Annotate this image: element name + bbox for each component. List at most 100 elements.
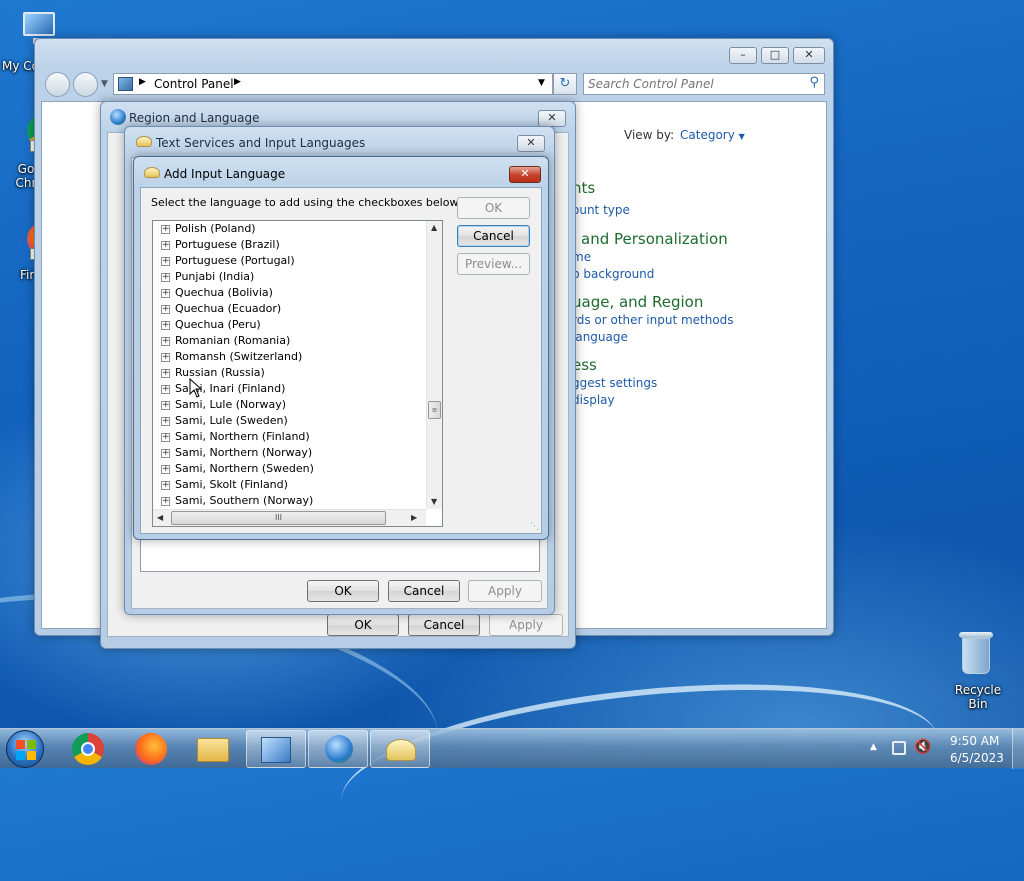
list-item[interactable]: + Polish (Poland)	[161, 221, 256, 237]
address-dropdown-icon[interactable]: ▼	[538, 78, 545, 88]
expand-icon[interactable]: +	[161, 288, 170, 298]
horizontal-scrollbar[interactable]: ◀ III ▶	[153, 509, 426, 526]
expand-icon[interactable]: +	[161, 320, 170, 330]
preview-button[interactable]: Preview...	[457, 253, 530, 275]
taskbar-firefox-button[interactable]	[121, 730, 181, 768]
list-item[interactable]: + Sami, Lule (Sweden)	[161, 413, 288, 429]
apply-button[interactable]: Apply	[489, 614, 563, 636]
list-item[interactable]: + Quechua (Bolivia)	[161, 285, 273, 301]
search-icon[interactable]: ⚲	[809, 75, 819, 90]
show-hidden-icons-button[interactable]: ▲	[870, 742, 877, 752]
ok-button[interactable]: OK	[457, 197, 530, 219]
desktop-icon-label: Recycle Bin	[954, 683, 1002, 711]
expand-icon[interactable]: +	[161, 432, 170, 442]
expand-icon[interactable]: +	[161, 368, 170, 378]
scrollbar-thumb[interactable]: III	[171, 511, 386, 525]
desktop-icon-label: Fir	[20, 268, 35, 282]
search-box[interactable]: ⚲	[583, 73, 825, 95]
refresh-button[interactable]: ↻	[553, 73, 577, 95]
list-item[interactable]: + Sami, Lule (Norway)	[161, 397, 286, 413]
taskbar-explorer-button[interactable]	[183, 730, 243, 768]
list-item[interactable]: + Sami, Northern (Finland)	[161, 429, 310, 445]
close-button[interactable]: ✕	[509, 166, 541, 183]
list-item[interactable]: + Sami, Inari (Finland)	[161, 381, 285, 397]
list-item[interactable]: + Punjabi (India)	[161, 269, 254, 285]
category-link[interactable]: p background	[572, 267, 654, 281]
category-title[interactable]: and Personalization	[581, 230, 728, 248]
list-item[interactable]: + Sami, Northern (Norway)	[161, 445, 312, 461]
dialog-title: Region and Language	[129, 111, 260, 125]
list-item[interactable]: + Russian (Russia)	[161, 365, 265, 381]
scrollbar-thumb[interactable]: ≡	[428, 401, 441, 419]
view-by-dropdown[interactable]: Category ▼	[680, 128, 745, 142]
vertical-scrollbar[interactable]: ▲ ≡ ▼	[426, 221, 442, 509]
taskbar-region-language-button[interactable]	[308, 730, 368, 768]
list-item-label: Sami, Northern (Finland)	[175, 430, 310, 443]
expand-icon[interactable]: +	[161, 224, 170, 234]
ok-button[interactable]: OK	[307, 580, 379, 602]
list-item[interactable]: + Sami, Skolt (Finland)	[161, 477, 288, 493]
expand-icon[interactable]: +	[161, 400, 170, 410]
forward-button[interactable]	[73, 72, 98, 97]
category-title[interactable]: uage, and Region	[572, 293, 703, 311]
expand-icon[interactable]: +	[161, 256, 170, 266]
expand-icon[interactable]: +	[161, 240, 170, 250]
expand-icon[interactable]: +	[161, 304, 170, 314]
breadcrumb-control-panel[interactable]: Control Panel	[154, 77, 234, 91]
list-item[interactable]: + Quechua (Peru)	[161, 317, 261, 333]
apply-button[interactable]: Apply	[468, 580, 542, 602]
list-item[interactable]: + Portuguese (Portugal)	[161, 253, 295, 269]
scroll-down-icon[interactable]: ▼	[431, 497, 437, 506]
breadcrumb-arrow-icon[interactable]: ▶	[234, 77, 241, 87]
category-link[interactable]: language	[572, 330, 628, 344]
category-link[interactable]: ount type	[572, 203, 630, 217]
cancel-button[interactable]: Cancel	[388, 580, 460, 602]
scroll-right-icon[interactable]: ▶	[411, 513, 417, 522]
close-button[interactable]: ✕	[793, 47, 825, 64]
expand-icon[interactable]: +	[161, 384, 170, 394]
volume-muted-icon[interactable]: 🔇	[914, 739, 931, 755]
scroll-left-icon[interactable]: ◀	[157, 513, 163, 522]
ok-button[interactable]: OK	[327, 614, 399, 636]
category-link[interactable]: rds or other input methods	[572, 313, 734, 327]
maximize-button[interactable]: □	[761, 47, 789, 64]
back-button[interactable]	[45, 72, 70, 97]
list-item[interactable]: + Quechua (Ecuador)	[161, 301, 281, 317]
cancel-button[interactable]: Cancel	[457, 225, 530, 247]
category-link[interactable]: ggest settings	[572, 376, 657, 390]
list-item[interactable]: + Sami, Northern (Sweden)	[161, 461, 314, 477]
cancel-button[interactable]: Cancel	[408, 614, 480, 636]
list-item[interactable]: + Portuguese (Brazil)	[161, 237, 280, 253]
clock-date[interactable]: 6/5/2023	[950, 751, 1004, 765]
expand-icon[interactable]: +	[161, 448, 170, 458]
network-icon[interactable]	[892, 741, 906, 755]
expand-icon[interactable]: +	[161, 496, 170, 506]
close-button[interactable]: ✕	[538, 110, 566, 127]
expand-icon[interactable]: +	[161, 336, 170, 346]
recent-pages-chevron-icon[interactable]: ▼	[101, 79, 108, 89]
breadcrumb-arrow-icon[interactable]: ▶	[139, 77, 146, 87]
list-item[interactable]: + Romanian (Romania)	[161, 333, 290, 349]
clock-time[interactable]: 9:50 AM	[950, 734, 999, 748]
start-button[interactable]	[6, 730, 44, 768]
expand-icon[interactable]: +	[161, 416, 170, 426]
list-item[interactable]: + Romansh (Switzerland)	[161, 349, 302, 365]
search-input[interactable]	[586, 75, 798, 93]
taskbar-control-panel-button[interactable]	[246, 730, 306, 768]
scroll-up-icon[interactable]: ▲	[431, 223, 437, 232]
expand-icon[interactable]: +	[161, 352, 170, 362]
taskbar-chrome-button[interactable]	[58, 730, 118, 768]
expand-icon[interactable]: +	[161, 272, 170, 282]
desktop-icon-recycle-bin[interactable]: Recycle Bin	[940, 630, 1012, 711]
minimize-button[interactable]: –	[729, 47, 757, 64]
show-desktop-button[interactable]	[1012, 729, 1024, 769]
resize-grip-icon[interactable]: ⋱	[530, 522, 539, 532]
expand-icon[interactable]: +	[161, 480, 170, 490]
category-link[interactable]: display	[572, 393, 615, 407]
language-tree-list[interactable]: + Polish (Poland) + Portuguese (Brazil) + P…	[152, 220, 443, 527]
list-item[interactable]: + Sami, Southern (Norway)	[161, 493, 313, 509]
address-bar[interactable]: ▶ Control Panel ▶ ▼	[113, 73, 553, 95]
taskbar-text-services-button[interactable]	[370, 730, 430, 768]
expand-icon[interactable]: +	[161, 464, 170, 474]
close-button[interactable]: ✕	[517, 135, 545, 152]
